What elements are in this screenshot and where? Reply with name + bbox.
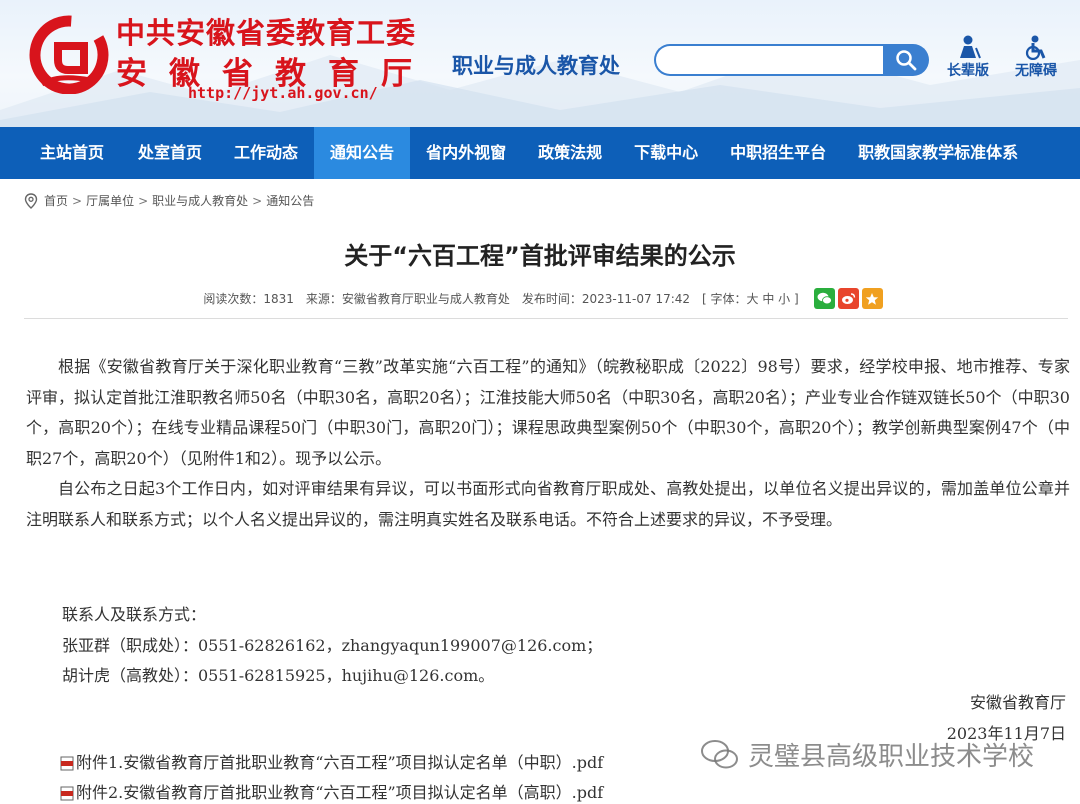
attachment-link[interactable]: 附件1.安徽省教育厅首批职业教育“六百工程”项目拟认定名单（中职）.pdf: [60, 748, 603, 778]
elder-mode-label: 长辈版: [947, 63, 989, 79]
contact-item: 张亚群（职成处）：0551-62826162，zhangyaqun199007@…: [62, 635, 603, 655]
share-buttons: [811, 288, 883, 309]
attachment-name: 附件1.安徽省教育厅首批职业教育“六百工程”项目拟认定名单（中职）.pdf: [76, 753, 604, 772]
article-title: 关于“六百工程”首批评审结果的公示: [344, 242, 736, 270]
division-title: 职业与成人教育处: [452, 54, 620, 78]
nav-policies[interactable]: 政策法规: [522, 127, 618, 179]
breadcrumb: 首页 > 厅属单位 > 职业与成人教育处 > 通知公告: [24, 192, 314, 209]
article-source: 来源：安徽省教育厅职业与成人教育处: [305, 292, 510, 306]
publish-time: 发布时间：2023-11-07 17:42: [521, 292, 691, 306]
attachment-list: 附件1.安徽省教育厅首批职业教育“六百工程”项目拟认定名单（中职）.pdf 附件…: [60, 748, 603, 804]
nav-notices[interactable]: 通知公告: [314, 127, 411, 179]
nav-division-home[interactable]: 处室首页: [122, 127, 218, 179]
accessibility-label: 无障碍: [1015, 63, 1057, 79]
main-nav: 主站首页 处室首页 工作动态 通知公告 省内外视窗 政策法规 下载中心 中职招生…: [0, 127, 1080, 179]
wechat-watermark-icon: [701, 739, 738, 768]
search-button[interactable]: [883, 44, 929, 76]
breadcrumb-separator: >: [72, 193, 83, 208]
breadcrumb-separator: >: [138, 193, 149, 208]
breadcrumb-division[interactable]: 职业与成人教育处: [152, 192, 248, 209]
contact-item: 胡计虎（高教处）：0551-62815925，hujihu@126.com。: [62, 666, 495, 685]
weibo-icon[interactable]: [837, 288, 859, 309]
view-count: 阅读次数：1831: [203, 292, 294, 306]
breadcrumb-notices[interactable]: 通知公告: [266, 192, 314, 209]
location-pin-icon: [24, 192, 38, 209]
contacts-heading: 联系人及联系方式：: [62, 605, 207, 624]
breadcrumb-affiliated[interactable]: 厅属单位: [86, 192, 134, 209]
article-body: 根据《安徽省教育厅关于深化职业教育“三教”改革实施“六百工程”的通知》（皖教秘职…: [26, 352, 1070, 535]
contact-section: 联系人及联系方式： 张亚群（职成处）：0551-62826162，zhangya…: [62, 600, 602, 692]
accessibility-button[interactable]: 无障碍: [1006, 34, 1066, 80]
breadcrumb-separator: >: [252, 193, 263, 208]
org-title-party: 中共安徽省委教育工委: [116, 16, 417, 50]
pdf-file-icon: [60, 786, 74, 800]
breadcrumb-home[interactable]: 首页: [44, 192, 68, 209]
nav-home[interactable]: 主站首页: [0, 127, 122, 179]
site-header: 中共安徽省委教育工委 安徽省教育厅 职业与成人教育处 http://jyt.ah…: [0, 0, 1080, 127]
signer-name: 安徽省教育厅: [969, 693, 1066, 712]
article-paragraph: 根据《安徽省教育厅关于深化职业教育“三教”改革实施“六百工程”的通知》（皖教秘职…: [26, 357, 1070, 468]
nav-standards[interactable]: 职教国家教学标准体系: [842, 127, 1034, 179]
pdf-file-icon: [60, 756, 74, 770]
accessibility-icon: [1025, 35, 1046, 60]
search-input[interactable]: [654, 44, 884, 76]
wechat-watermark: 灵璧县高级职业技术学校: [700, 736, 1034, 773]
nav-window[interactable]: 省内外视窗: [410, 127, 522, 179]
search-icon: [896, 50, 917, 71]
font-size-switcher[interactable]: [ 字体：大 中 小 ]: [702, 290, 799, 307]
education-department-logo-icon: [29, 15, 109, 94]
nav-downloads[interactable]: 下载中心: [618, 127, 714, 179]
nav-news[interactable]: 工作动态: [218, 127, 314, 179]
elder-mode-icon: [960, 35, 981, 59]
favorite-icon[interactable]: [861, 288, 883, 309]
nav-enrollment[interactable]: 中职招生平台: [714, 127, 842, 179]
site-url[interactable]: http://jyt.ah.gov.cn/: [188, 84, 378, 102]
wechat-icon[interactable]: [813, 288, 835, 309]
article-meta: 阅读次数：1831 来源：安徽省教育厅职业与成人教育处 发布时间：2023-11…: [0, 288, 1080, 309]
article-paragraph: 自公布之日起3个工作日内，如对评审结果有异议，可以书面形式向省教育厅职成处、高教…: [26, 479, 1070, 529]
title-divider: [24, 318, 1068, 319]
elder-mode-button[interactable]: 长辈版: [938, 34, 998, 80]
attachment-link[interactable]: 附件2.安徽省教育厅首批职业教育“六百工程”项目拟认定名单（高职）.pdf: [60, 778, 603, 804]
watermark-text: 灵璧县高级职业技术学校: [748, 742, 1035, 772]
attachment-name: 附件2.安徽省教育厅首批职业教育“六百工程”项目拟认定名单（高职）.pdf: [76, 783, 604, 802]
